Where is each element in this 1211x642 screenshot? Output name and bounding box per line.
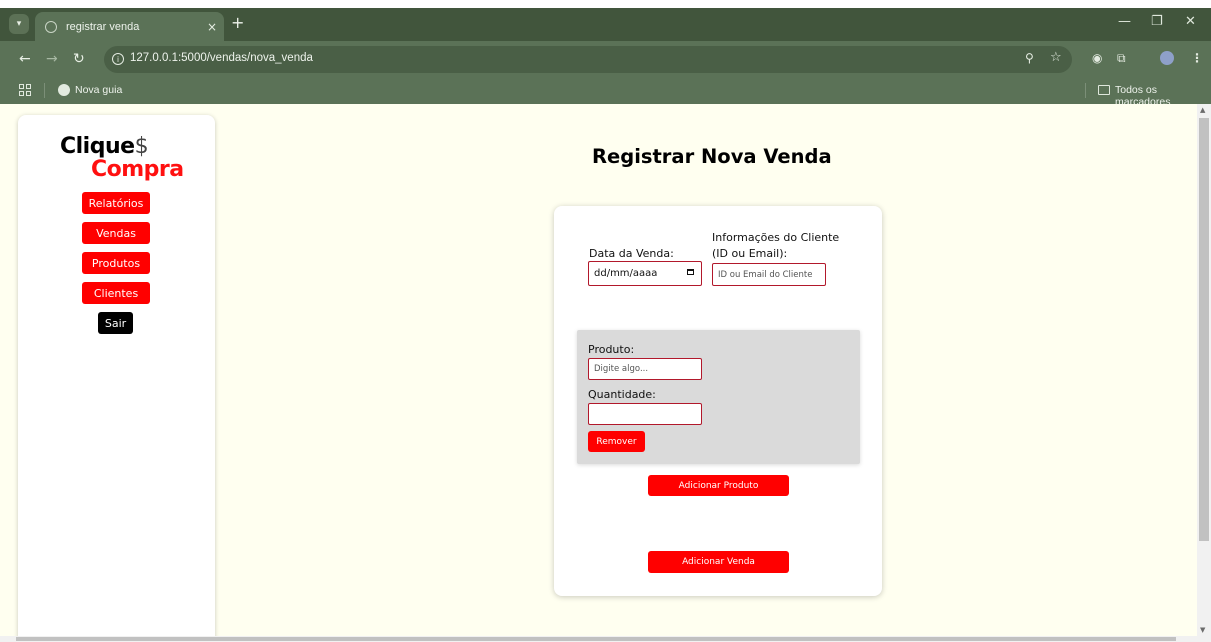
folder-icon — [1098, 85, 1110, 95]
bookmarks-divider — [44, 83, 45, 98]
bookmarks-bar — [0, 78, 1211, 104]
product-search-input[interactable]: Digite algo... — [588, 358, 702, 380]
window-top-strip — [0, 0, 1211, 8]
tab-search-icon[interactable]: ▾ — [9, 14, 29, 34]
apps-grid-icon[interactable] — [19, 84, 31, 96]
sidebar-item-produtos[interactable]: Produtos — [82, 252, 150, 274]
quantity-input[interactable] — [588, 403, 702, 425]
quantity-label: Quantidade: — [588, 388, 656, 401]
site-info-icon[interactable]: i — [112, 53, 124, 65]
scroll-down-arrow-icon[interactable]: ▼ — [1200, 626, 1205, 634]
close-icon[interactable]: ✕ — [1185, 14, 1196, 29]
restore-icon[interactable]: ❐ — [1151, 14, 1163, 29]
page-viewport: Clique$ Compra Relatórios Vendas Produto… — [0, 104, 1197, 636]
page-title: Registrar Nova Venda — [592, 145, 832, 168]
tab-close-icon[interactable]: × — [200, 20, 224, 34]
profile-avatar-icon[interactable] — [1160, 51, 1174, 65]
add-product-button[interactable]: Adicionar Produto — [648, 475, 789, 496]
menu-icon[interactable]: ⋮ — [1191, 51, 1203, 65]
extension-icon[interactable]: ◉ — [1092, 51, 1102, 65]
calendar-icon[interactable] — [687, 269, 694, 275]
logo: Clique$ Compra — [60, 135, 184, 181]
add-sale-button[interactable]: Adicionar Venda — [648, 551, 789, 573]
tab-title: registrar venda — [66, 20, 140, 33]
sidebar-item-vendas[interactable]: Vendas — [82, 222, 150, 244]
back-icon[interactable]: ← — [19, 51, 31, 67]
client-input-placeholder: ID ou Email do Cliente — [718, 269, 813, 280]
date-label: Data da Venda: — [589, 247, 674, 260]
minimize-icon[interactable]: — — [1118, 14, 1131, 29]
reload-icon[interactable]: ↻ — [73, 51, 85, 67]
sale-date-input[interactable]: dd/mm/aaaa — [588, 261, 702, 286]
sidebar: Clique$ Compra Relatórios Vendas Produto… — [18, 115, 215, 636]
date-input-placeholder: dd/mm/aaaa — [594, 268, 658, 279]
new-tab-icon[interactable]: + — [231, 14, 244, 32]
product-input-placeholder: Digite algo... — [594, 364, 649, 374]
logo-word-clique: Clique — [60, 134, 135, 159]
bookmarks-divider — [1085, 83, 1086, 98]
puzzle-icon[interactable]: ⧉ — [1117, 51, 1126, 65]
product-label: Produto: — [588, 343, 635, 356]
vertical-scrollbar-thumb[interactable] — [1199, 118, 1209, 541]
globe-icon — [45, 20, 57, 33]
globe-icon — [58, 84, 70, 96]
tab-registrar-venda[interactable]: registrar venda × — [35, 12, 224, 41]
sidebar-item-clientes[interactable]: Clientes — [82, 282, 150, 304]
remove-product-button[interactable]: Remover — [588, 431, 645, 452]
logo-dollar-symbol: $ — [134, 134, 149, 159]
scroll-up-arrow-icon[interactable]: ▲ — [1200, 106, 1205, 114]
horizontal-scrollbar-thumb[interactable] — [16, 637, 1176, 641]
forward-icon[interactable]: → — [46, 51, 58, 67]
client-label-line2: (ID ou Email): — [712, 247, 788, 260]
bookmark-nova-guia[interactable]: Nova guia — [75, 84, 122, 96]
client-label-line1: Informações do Cliente — [712, 231, 840, 244]
logo-word-compra: Compra — [91, 157, 184, 182]
bookmark-star-icon[interactable]: ☆ — [1050, 51, 1062, 65]
logout-button[interactable]: Sair — [98, 312, 133, 334]
zoom-icon[interactable]: ⚲ — [1025, 51, 1034, 65]
client-id-email-input[interactable]: ID ou Email do Cliente — [712, 263, 826, 286]
sidebar-item-relatorios[interactable]: Relatórios — [82, 192, 150, 214]
url-text[interactable]: 127.0.0.1:5000/vendas/nova_venda — [130, 52, 313, 64]
